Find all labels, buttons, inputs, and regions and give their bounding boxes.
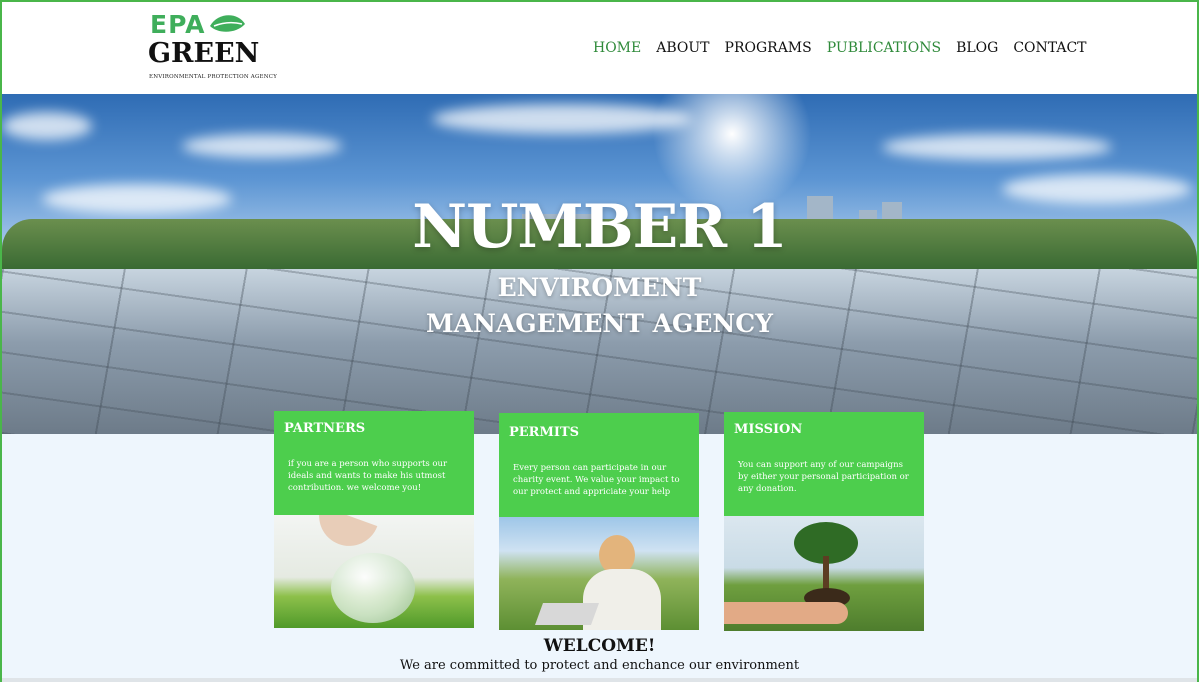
card-text: You can support any of our campaigns by … <box>738 460 909 494</box>
laptop-shape <box>534 603 600 625</box>
cloud-shape <box>182 134 342 158</box>
tree-in-hand-image <box>724 516 924 631</box>
card-text: if you are a person who supports our ide… <box>288 459 448 493</box>
card-header: PERMITS Every person can participate in … <box>499 413 699 517</box>
card-permits[interactable]: PERMITS Every person can participate in … <box>499 413 699 630</box>
hand-shape <box>310 515 378 555</box>
card-header: PARTNERS if you are a person who support… <box>274 411 474 515</box>
woman-body-shape <box>583 569 661 630</box>
nav-publications[interactable]: PUBLICATIONS <box>827 40 941 56</box>
card-title: MISSION <box>734 422 803 437</box>
card-mission[interactable]: MISSION You can support any of our campa… <box>724 412 924 631</box>
bottom-strip <box>0 678 1199 682</box>
nav-about[interactable]: ABOUT <box>656 40 709 56</box>
nav-blog[interactable]: BLOG <box>956 40 998 56</box>
cloud-shape <box>2 112 92 140</box>
tree-trunk-shape <box>823 556 829 592</box>
cloud-shape <box>882 134 1112 160</box>
logo-tagline: ENVIRONMENTAL PROTECTION AGENCY <box>149 74 278 80</box>
logo-green-text: GREEN <box>148 38 260 69</box>
woman-with-laptop-image <box>499 517 699 630</box>
site-logo[interactable]: EPA GREEN ENVIRONMENTAL PROTECTION AGENC… <box>148 10 288 90</box>
hero-banner: NUMBER 1 ENVIROMENT MANAGEMENT AGENCY <box>2 94 1197 434</box>
globe-on-grass-image <box>274 515 474 628</box>
hero-title: NUMBER 1 <box>412 192 788 262</box>
main-nav: HOME ABOUT PROGRAMS PUBLICATIONS BLOG CO… <box>593 40 1102 56</box>
nav-programs[interactable]: PROGRAMS <box>725 40 812 56</box>
nav-home[interactable]: HOME <box>593 40 641 56</box>
logo-epa-text: EPA <box>150 10 206 39</box>
globe-shape <box>331 553 415 623</box>
card-title: PERMITS <box>509 425 580 440</box>
nav-contact[interactable]: CONTACT <box>1013 40 1086 56</box>
welcome-subtitle: We are committed to protect and enchance… <box>399 658 800 673</box>
hero-subtitle: ENVIROMENT MANAGEMENT AGENCY <box>425 273 773 338</box>
card-header: MISSION You can support any of our campa… <box>724 412 924 516</box>
card-partners[interactable]: PARTNERS if you are a person who support… <box>274 411 474 628</box>
site-header: EPA GREEN ENVIRONMENTAL PROTECTION AGENC… <box>0 0 1199 94</box>
hand-shape <box>724 602 848 624</box>
card-text: Every person can participate in our char… <box>513 463 680 497</box>
leaf-icon <box>210 15 245 32</box>
card-title: PARTNERS <box>284 421 366 436</box>
welcome-title: WELCOME! <box>543 636 656 656</box>
